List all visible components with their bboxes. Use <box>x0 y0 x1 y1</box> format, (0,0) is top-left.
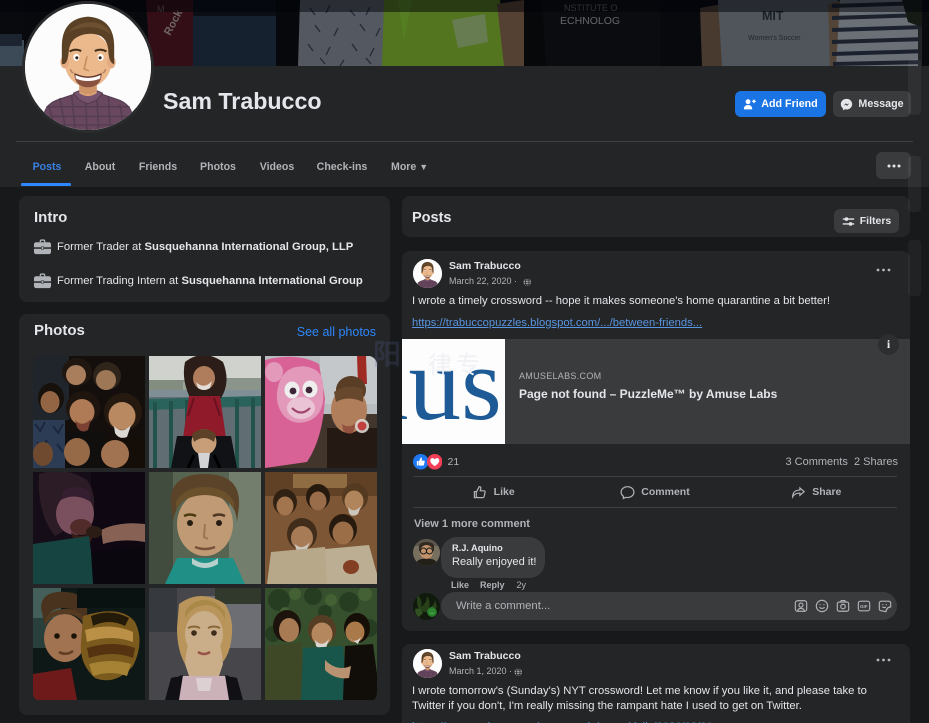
svg-text:GIF: GIF <box>860 604 868 609</box>
